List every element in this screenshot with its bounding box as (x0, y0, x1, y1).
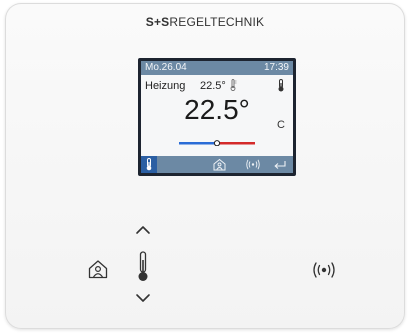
menu-bar (141, 156, 293, 173)
brand-mark: S+S (145, 15, 170, 29)
wireless-icon[interactable] (245, 158, 261, 171)
temperature-scale (179, 140, 255, 146)
thermometer-icon (146, 158, 152, 171)
date-label: Mo.26.04 (145, 62, 187, 73)
chevron-up-icon[interactable] (135, 225, 151, 235)
scale-warm-segment (217, 142, 255, 145)
mode-label: Heizung (145, 80, 186, 92)
thermometer-icon[interactable] (136, 251, 150, 283)
home-person-icon[interactable] (88, 259, 108, 279)
return-arrow-icon[interactable] (273, 158, 287, 171)
scale-cold-segment (179, 142, 217, 145)
setpoint-value: 22.5° (200, 80, 226, 92)
temperature-unit: C (277, 119, 285, 131)
scale-marker (213, 140, 221, 146)
brand-name: REGELTECHNIK (169, 15, 265, 29)
lcd-display: Mo.26.04 17:39 Heizung 22.5° 22.5° C (138, 58, 296, 176)
mode-row: Heizung 22.5° (145, 78, 289, 94)
thermostat-device: S+SREGELTECHNIK Mo.26.04 17:39 Heizung 2… (5, 3, 405, 329)
wireless-icon[interactable] (310, 261, 338, 279)
home-person-icon[interactable] (213, 158, 226, 171)
brand-logo: S+SREGELTECHNIK (5, 15, 405, 29)
status-bar: Mo.26.04 17:39 (141, 61, 293, 75)
chevron-down-icon[interactable] (135, 293, 151, 303)
tab-thermometer[interactable] (141, 156, 157, 173)
time-label: 17:39 (263, 62, 289, 73)
current-temperature: 22.5° (184, 94, 250, 125)
